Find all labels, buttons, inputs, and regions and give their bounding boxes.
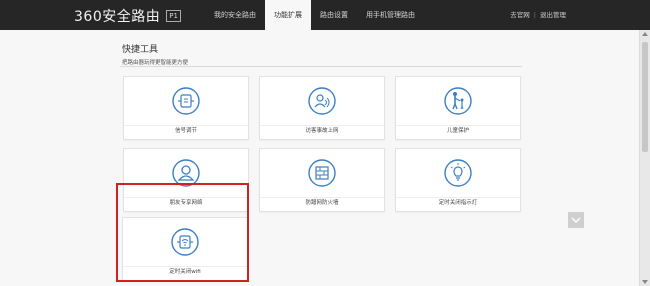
tool-card-guest[interactable]: 访客事故上网	[259, 76, 385, 140]
official-site-link[interactable]: 去官网	[510, 0, 530, 30]
scroll-up-arrow-icon[interactable]	[642, 32, 648, 36]
nav-router-settings[interactable]: 路由设置	[311, 0, 357, 30]
tool-card-signal[interactable]: 信号调节	[123, 76, 249, 140]
scroll-down-arrow-icon[interactable]	[642, 280, 648, 284]
tool-label: 儿童保护	[446, 128, 469, 134]
highlight-box	[116, 183, 249, 282]
signal-adjust-icon	[172, 87, 200, 115]
firewall-icon	[308, 159, 336, 187]
logo-text: 360安全路由	[74, 9, 161, 25]
logout-link[interactable]: 退出管理	[540, 0, 566, 30]
tool-label: 定时关闭指示灯	[438, 200, 478, 206]
tool-label: 访客事故上网	[305, 128, 339, 134]
model-badge: P1	[166, 10, 181, 22]
tool-card-child[interactable]: 儿童保护	[395, 76, 521, 140]
logo[interactable]: 360安全路由 P1	[74, 6, 181, 26]
vertical-scrollbar[interactable]	[639, 30, 650, 286]
nav-mobile-manage[interactable]: 用手机管理路由	[357, 0, 424, 30]
main-nav: 我的安全路由 功能扩展 路由设置 用手机管理路由	[205, 0, 424, 30]
tool-label: 防蹭网防火墙	[305, 200, 339, 206]
section-subtitle: 把路由器玩得更智能更方便	[122, 60, 189, 66]
guest-wifi-icon	[308, 87, 336, 115]
nav-function-extension[interactable]: 功能扩展	[265, 0, 311, 30]
top-links: 去官网 | 退出管理	[510, 0, 566, 30]
section-divider	[120, 66, 522, 67]
tool-card-firewall[interactable]: 防蹭网防火墙	[259, 148, 385, 212]
top-bar: 360安全路由 P1 我的安全路由 功能扩展 路由设置 用手机管理路由 去官网 …	[0, 0, 650, 30]
tool-label: 信号调节	[174, 128, 197, 134]
nav-my-router[interactable]: 我的安全路由	[205, 0, 265, 30]
lightbulb-icon	[444, 159, 472, 187]
scroll-down-button[interactable]	[568, 212, 584, 228]
chevron-down-icon	[571, 217, 581, 224]
child-protection-icon	[444, 87, 472, 115]
link-separator: |	[533, 11, 536, 19]
main-content: 快捷工具 把路由器玩得更智能更方便 信号调节 访客事故上网 儿童保护 朋友专享网…	[0, 30, 640, 286]
section-title: 快捷工具	[122, 45, 159, 55]
scroll-thumb[interactable]	[642, 42, 648, 152]
tool-card-light[interactable]: 定时关闭指示灯	[395, 148, 521, 212]
